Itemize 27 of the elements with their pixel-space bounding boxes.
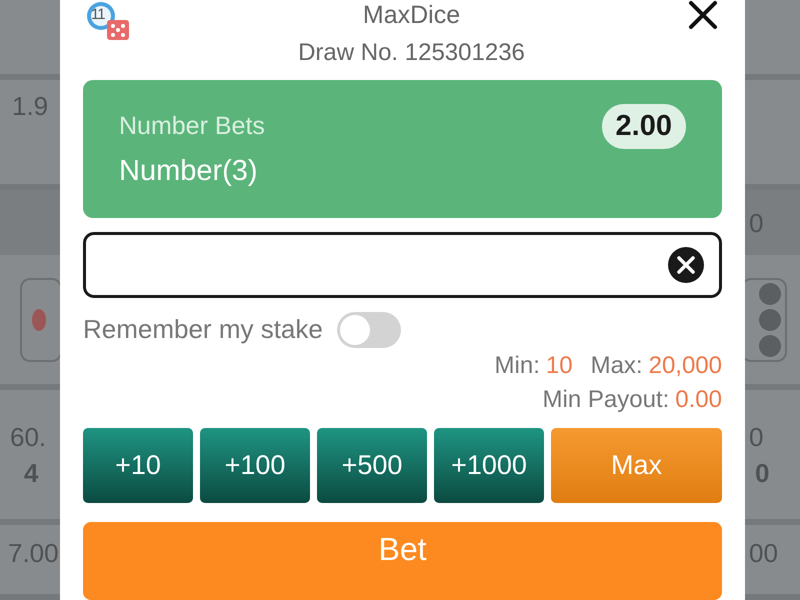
stake-field[interactable] bbox=[83, 232, 722, 298]
clear-icon[interactable] bbox=[667, 246, 705, 284]
odds-text: 60. bbox=[10, 420, 48, 454]
remember-toggle[interactable] bbox=[336, 312, 401, 348]
payout-label: Min Payout: bbox=[542, 386, 670, 414]
stake-chip-button[interactable]: +1000 bbox=[434, 428, 544, 503]
limit-value: 10 bbox=[546, 352, 573, 380]
stake-chip-button[interactable]: +500 bbox=[317, 428, 427, 503]
close-button[interactable] bbox=[688, 0, 718, 30]
count-text: 0 bbox=[754, 456, 770, 490]
stake-chip-button[interactable]: +10 bbox=[83, 428, 193, 503]
stake-chip-button[interactable]: +100 bbox=[200, 428, 310, 503]
dialog-title: MaxDice bbox=[362, 1, 460, 30]
count-text: 4 bbox=[23, 456, 40, 490]
odds-text: 0 bbox=[749, 420, 764, 454]
odds-text: 00 bbox=[749, 537, 779, 570]
limit-value: 20,000 bbox=[648, 352, 722, 380]
draw-number: Draw No. 125301236 bbox=[298, 39, 525, 67]
odds-text: 7.00 bbox=[8, 537, 60, 570]
bet-selection: Number(3) bbox=[119, 155, 259, 188]
payout-value: 0.00 bbox=[675, 386, 722, 414]
limit-label: Min: bbox=[494, 352, 540, 380]
odds-badge: 2.00 bbox=[602, 104, 686, 150]
bet-type: Number Bets bbox=[119, 112, 265, 142]
limit-label: Max: bbox=[590, 352, 643, 380]
remember-label: Remember my stake bbox=[83, 314, 323, 346]
odds-text: 1.9 bbox=[12, 90, 50, 123]
